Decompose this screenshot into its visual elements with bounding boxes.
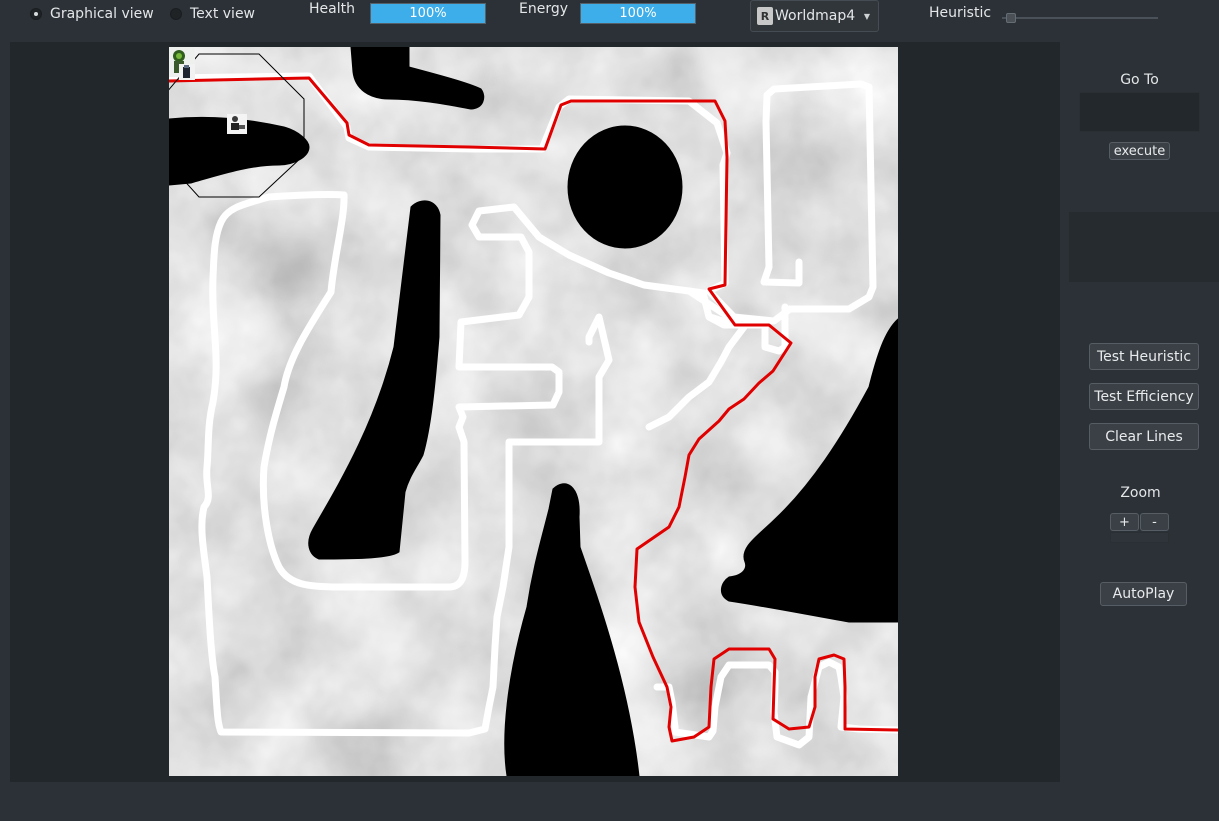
world-select-value: Worldmap4: [775, 8, 856, 24]
test-heuristic-button[interactable]: Test Heuristic: [1089, 343, 1199, 370]
enemy-icon[interactable]: [179, 64, 195, 80]
text-view-radio[interactable]: Text view: [170, 4, 255, 24]
test-efficiency-button[interactable]: Test Efficiency: [1089, 383, 1199, 410]
goto-input[interactable]: [1079, 92, 1200, 132]
world-select[interactable]: R Worldmap4 ▼: [750, 0, 879, 32]
execute-button[interactable]: execute: [1109, 142, 1170, 160]
radio-unchecked-icon: [170, 8, 182, 20]
radio-checked-icon: [30, 8, 42, 20]
slider-handle[interactable]: [1006, 13, 1016, 23]
info-panel: [1069, 212, 1219, 282]
autoplay-button[interactable]: AutoPlay: [1100, 582, 1187, 606]
graphical-view-label: Graphical view: [50, 6, 154, 22]
health-value: 100%: [409, 6, 447, 21]
obstacle: [567, 125, 683, 249]
chevron-down-icon: ▼: [863, 11, 870, 21]
energy-value: 100%: [619, 6, 657, 21]
heuristic-label: Heuristic: [929, 5, 992, 21]
control-panel: Go To execute Test Heuristic Test Effici…: [1060, 42, 1219, 782]
toolbar: Graphical view Text view Health 100% Ene…: [0, 0, 1219, 36]
text-view-label: Text view: [190, 6, 256, 22]
energy-label: Energy: [519, 1, 569, 17]
clear-lines-button[interactable]: Clear Lines: [1089, 423, 1199, 450]
poisoned-enemy-icon[interactable]: [227, 114, 247, 134]
zoom-indicator: [1110, 532, 1169, 543]
slider-groove: [1002, 17, 1158, 19]
health-bar: 100%: [370, 3, 486, 24]
graphical-view-radio[interactable]: Graphical view: [30, 4, 154, 24]
world-map[interactable]: [169, 47, 898, 776]
health-label: Health: [309, 1, 355, 17]
zoom-in-button[interactable]: +: [1110, 513, 1139, 531]
zoom-label: Zoom: [1120, 485, 1161, 501]
zoom-out-button[interactable]: -: [1140, 513, 1169, 531]
heuristic-slider[interactable]: [1002, 12, 1158, 24]
energy-bar: 100%: [580, 3, 696, 24]
goto-label: Go To: [1120, 72, 1159, 88]
app-icon: R: [757, 7, 773, 25]
